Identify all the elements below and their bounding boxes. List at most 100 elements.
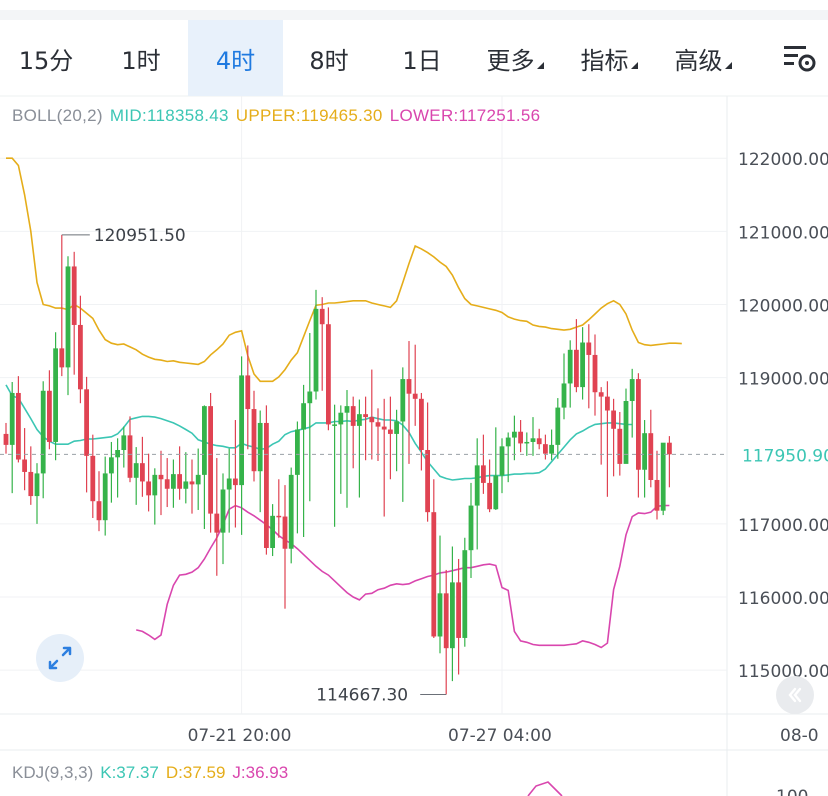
y-tick-label: 120000.00 (738, 296, 828, 316)
x-tick-label: 07-27 04:00 (448, 726, 552, 746)
candle-body (9, 392, 15, 445)
boll-name: BOLL(20,2) (12, 106, 103, 125)
tab-1[interactable]: 1时 (95, 20, 187, 96)
scroll-latest-button[interactable] (776, 676, 814, 714)
candle-body (133, 463, 139, 478)
low-price-label: 114667.30 (316, 685, 408, 705)
candle-body (536, 438, 542, 445)
candle-body (313, 308, 319, 392)
candle-body (158, 474, 164, 480)
candle-body (276, 515, 282, 518)
tab-0[interactable]: 15分 (0, 20, 92, 96)
candle-body (524, 441, 530, 444)
candle-body (605, 396, 610, 411)
tab-6[interactable]: 指标 (562, 20, 656, 96)
candle-body (3, 433, 9, 445)
candle-body (450, 582, 455, 649)
candle-body (549, 444, 554, 454)
candle-body (667, 442, 672, 455)
candle-body (375, 422, 381, 427)
boll-legend: BOLL(20,2) MID:118358.43 UPPER:119465.30 LO… (12, 106, 547, 126)
dropdown-caret-icon (630, 61, 638, 69)
candle-body (580, 342, 585, 388)
candle-body (617, 428, 623, 464)
candle-body (636, 379, 641, 470)
candle-body (543, 444, 548, 454)
kdj-d-value: D:37.59 (165, 763, 226, 782)
candle-body (319, 308, 325, 325)
candle-body (34, 473, 40, 497)
candle-body (474, 465, 480, 506)
tab-7[interactable]: 高级 (656, 20, 750, 96)
tab-label: 15分 (18, 46, 74, 75)
candle-body (22, 459, 27, 472)
candle-body (394, 421, 399, 434)
candle-body (214, 513, 220, 533)
candle-body (530, 438, 536, 442)
tab-label: 1时 (121, 46, 161, 75)
candle-body (425, 450, 430, 513)
candle-body (102, 473, 108, 521)
candle-body (499, 446, 505, 476)
expand-button[interactable] (36, 634, 84, 682)
candle-body (598, 392, 604, 397)
candle-body (264, 422, 269, 548)
candle-body (307, 391, 313, 404)
candle-body (47, 390, 52, 442)
candle-body (419, 398, 424, 451)
tab-3[interactable]: 8时 (283, 20, 375, 96)
candle-body (567, 349, 573, 384)
candle-body (183, 481, 189, 489)
candle-body (629, 379, 635, 402)
expand-arrows-icon (48, 646, 72, 670)
candle-body (518, 431, 523, 444)
tab-5[interactable]: 更多 (468, 20, 562, 96)
candle-body (16, 392, 21, 460)
candlesticks (3, 234, 672, 695)
candle-body (177, 474, 182, 489)
candle-body (233, 478, 238, 486)
candle-body (512, 431, 517, 438)
candle-body (412, 393, 418, 399)
candle-body (40, 390, 46, 474)
double-chevron-left-icon (788, 687, 802, 703)
candle-body (350, 406, 356, 426)
candle-body (84, 389, 89, 456)
candle-body (468, 505, 474, 551)
y-tick-label: 117000.00 (738, 516, 828, 536)
kdj-j-line (527, 781, 563, 796)
candle-body (127, 435, 133, 478)
candle-body (344, 406, 350, 413)
candle-body (431, 512, 437, 637)
tab-label: 更多 (486, 46, 535, 75)
kdj-axis-label: 100 (776, 787, 808, 796)
candle-body (152, 474, 158, 496)
candle-body (332, 424, 337, 426)
candle-body (338, 412, 344, 425)
candle-body (363, 414, 368, 418)
candle-body (282, 516, 288, 549)
candle-body (301, 403, 306, 430)
tab-4[interactable]: 1日 (376, 20, 468, 96)
current-price-label: 117950.90 (742, 446, 828, 466)
tab-label: 高级 (674, 46, 723, 75)
candle-body (586, 342, 592, 355)
candle-body (189, 481, 195, 485)
candle-body (202, 406, 207, 475)
candle-body (288, 474, 294, 549)
candle-body (406, 379, 412, 394)
candle-body (109, 457, 114, 474)
candle-body (611, 410, 616, 429)
candle-body (53, 348, 58, 442)
candle-body (245, 375, 251, 410)
candle-body (121, 435, 127, 451)
tab-label: 4时 (215, 46, 256, 75)
y-tick-label: 116000.00 (738, 589, 828, 609)
candle-body (208, 406, 213, 514)
tab-2[interactable]: 4时 (188, 20, 283, 96)
candle-body (481, 465, 486, 483)
candle-body (28, 471, 34, 497)
candle-body (326, 324, 331, 425)
candle-body (493, 475, 499, 510)
candle-body (388, 429, 393, 434)
